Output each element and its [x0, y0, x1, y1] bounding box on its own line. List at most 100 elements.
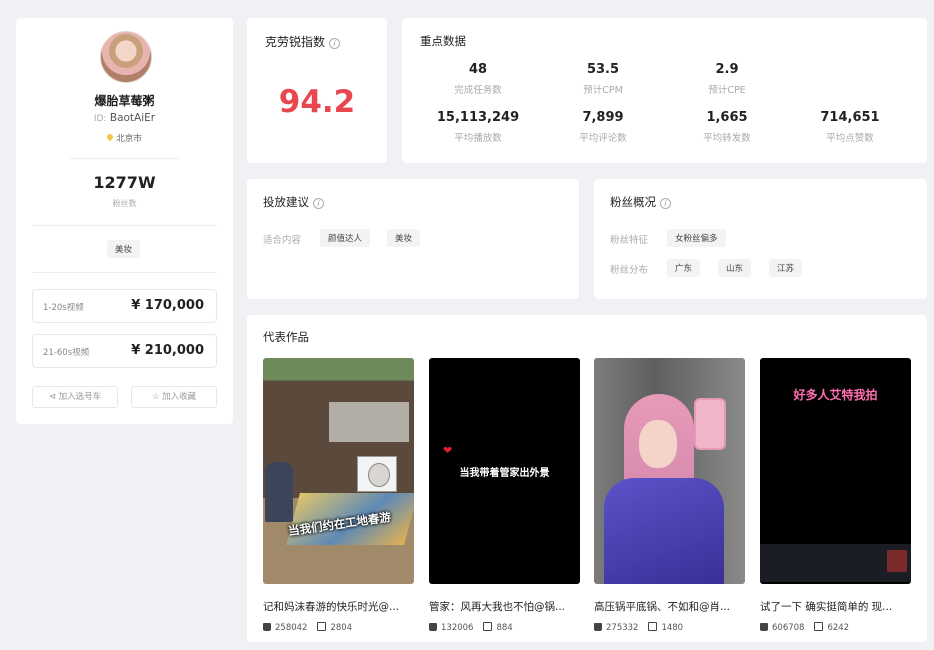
stat-value: 15,113,249 [436, 110, 520, 125]
like-icon [594, 623, 602, 631]
key-data-title: 重点数据 [420, 34, 466, 48]
index-card: 克劳锐指数 i 94.2 [247, 18, 387, 163]
content-chip: 颜值达人 [320, 229, 371, 247]
video-thumbnail[interactable]: ❤ 当我带着管家出外景 [429, 358, 580, 584]
profile-id-label: ID: [93, 114, 107, 124]
work-item[interactable]: 高压锅平底锅、不如和@肖... 275332 1480 [594, 358, 745, 633]
stat-avg-shares: 1,665 平均转发数 [672, 110, 782, 144]
work-title[interactable]: 高压锅平底锅、不如和@肖... [594, 599, 745, 614]
divider [32, 225, 217, 226]
region-chip: 山东 [718, 259, 752, 277]
fans-region-label: 粉丝分布 [610, 265, 649, 276]
works-title: 代表作品 [263, 330, 309, 344]
comment-icon [317, 622, 327, 631]
key-data-card: 重点数据 48 完成任务数 53.5 预计CPM 2.9 预计CPE 15,113,2… [402, 18, 927, 163]
work-item[interactable]: ❤ 当我带着管家出外景 管家：风再大我也不怕@锅... 132006 884 [429, 358, 580, 633]
fans-count: 1277W [93, 173, 156, 192]
stat-label: 平均播放数 [454, 133, 502, 144]
stat-value: 1,665 [706, 110, 748, 125]
video-thumbnail[interactable] [594, 358, 745, 584]
region-chip: 广东 [667, 259, 701, 277]
like-count: 606708 [772, 623, 805, 633]
work-title[interactable]: 管家：风再大我也不怕@锅... [429, 599, 580, 614]
stat-value: 714,651 [820, 110, 880, 125]
heart-icon: ❤ [443, 444, 453, 457]
video-thumbnail[interactable]: 当我们约在工地春游 [263, 358, 414, 584]
fans-count-label: 粉丝数 [112, 199, 137, 208]
like-count: 258042 [275, 623, 308, 633]
stat-label: 预计CPM [583, 85, 623, 96]
price-value: ¥ 170,000 [131, 298, 204, 313]
stat-cpm: 53.5 预计CPM [548, 62, 658, 96]
category-tag: 美妆 [107, 240, 141, 258]
work-title[interactable]: 试了一下 确实挺简单的 现... [760, 599, 911, 614]
video-thumbnail[interactable]: 好多人艾特我拍 [760, 358, 911, 584]
thumbnail-caption: 当我带着管家出外景 [459, 468, 550, 479]
location-pin-icon [105, 132, 115, 142]
work-title[interactable]: 记和妈沫春游的快乐时光@... [263, 599, 414, 614]
thumb-scene [357, 456, 397, 492]
price-label: 1-20s视频 [43, 303, 84, 313]
price-row-long: 21-60s视频 ¥ 210,000 [32, 334, 217, 368]
like-count: 132006 [441, 623, 474, 633]
divider [32, 272, 217, 273]
comment-icon [483, 622, 493, 631]
fans-feature-chip: 女粉丝偏多 [667, 229, 726, 247]
suggestion-title-text: 投放建议 [263, 195, 309, 209]
profile-location-text: 北京市 [116, 134, 142, 144]
stat-value: 7,899 [582, 110, 624, 125]
comment-count: 884 [496, 623, 513, 633]
add-to-cart-button[interactable]: ⊲ 加入选号车 [32, 386, 118, 408]
comment-count: 1480 [661, 623, 684, 633]
content-chip: 美妆 [387, 229, 421, 247]
comment-icon [648, 622, 658, 631]
profile-id-value: BaotAiEr [109, 112, 156, 124]
comment-count: 6242 [827, 623, 850, 633]
thumb-scene [639, 420, 677, 468]
fans-overview-title-text: 粉丝概况 [610, 195, 656, 209]
like-icon [760, 623, 768, 631]
comment-count: 2804 [330, 623, 353, 633]
add-to-favorites-button[interactable]: ☆ 加入收藏 [131, 386, 217, 408]
stat-value: 53.5 [586, 62, 620, 77]
add-to-favorites-label: 加入收藏 [162, 392, 197, 402]
profile-id: ID: BaotAiEr [16, 112, 233, 124]
index-value: 94.2 [278, 84, 356, 120]
avatar[interactable] [100, 31, 152, 83]
price-value: ¥ 210,000 [131, 343, 204, 358]
like-count: 275332 [606, 623, 639, 633]
price-label: 21-60s视频 [43, 348, 90, 358]
work-stats: 606708 6242 [760, 622, 911, 633]
work-stats: 132006 884 [429, 622, 580, 633]
representative-works-card: 代表作品 当我们约在工地春游 记和妈沫春游的快乐时光@... 258042 280… [247, 315, 927, 642]
stat-value: 48 [468, 62, 488, 77]
thumb-scene [760, 544, 911, 582]
thumb-scene [887, 550, 907, 572]
like-icon [263, 623, 271, 631]
thumb-scene [694, 398, 726, 450]
thumbnail-caption: 好多人艾特我拍 [793, 388, 878, 402]
stat-avg-comments: 7,899 平均评论数 [548, 110, 658, 144]
add-to-cart-label: 加入选号车 [58, 392, 102, 402]
send-icon: ⊲ [48, 392, 59, 402]
thumb-scene [604, 478, 724, 584]
profile-card: 爆胎草莓粥 ID: BaotAiEr 北京市 1277W 粉丝数 美妆 1-20… [16, 18, 233, 424]
work-stats: 258042 2804 [263, 622, 414, 633]
profile-name: 爆胎草莓粥 [94, 94, 155, 108]
region-chip: 江苏 [769, 259, 803, 277]
work-stats: 275332 1480 [594, 622, 745, 633]
fans-overview-title: 粉丝概况 i [610, 194, 671, 210]
stat-cpe: 2.9 预计CPE [672, 62, 782, 96]
stat-avg-plays: 15,113,249 平均播放数 [423, 110, 533, 144]
info-icon[interactable]: i [660, 198, 671, 209]
info-icon[interactable]: i [313, 198, 324, 209]
thumb-scene [265, 462, 293, 522]
fans-overview-card: 粉丝概况 i 粉丝特征 女粉丝偏多 粉丝分布 广东 山东 江苏 [594, 179, 927, 299]
stat-label: 完成任务数 [454, 85, 502, 96]
divider [70, 158, 180, 159]
fans-feature-label: 粉丝特征 [610, 235, 649, 246]
info-icon[interactable]: i [329, 38, 341, 49]
work-item[interactable]: 好多人艾特我拍 试了一下 确实挺简单的 现... 606708 6242 [760, 358, 911, 633]
work-item[interactable]: 当我们约在工地春游 记和妈沫春游的快乐时光@... 258042 2804 [263, 358, 414, 633]
profile-location: 北京市 [16, 132, 233, 144]
